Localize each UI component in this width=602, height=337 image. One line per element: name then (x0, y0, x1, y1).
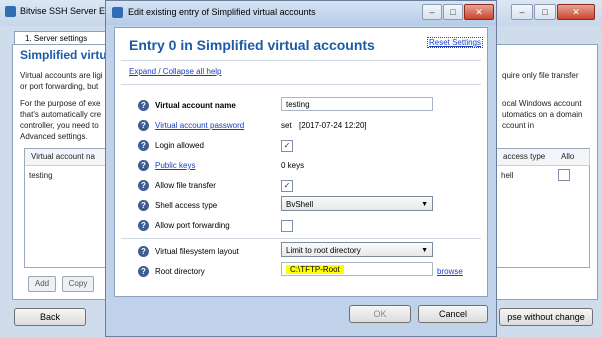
dropdown-arrow-icon: ▼ (421, 201, 428, 208)
add-button[interactable]: Add (28, 276, 56, 292)
login-allowed-label: Login allowed (155, 141, 204, 150)
close-without-change-button[interactable]: pse without change (499, 308, 593, 326)
help-icon[interactable]: ? (138, 200, 149, 211)
shell-access-label: Shell access type (155, 201, 218, 210)
background-text-line: Advanced settings. (20, 132, 88, 141)
account-name-input[interactable]: testing (281, 97, 433, 111)
shell-access-select[interactable]: BvShell ▼ (281, 196, 433, 211)
login-allowed-checkbox[interactable]: ✓ (281, 140, 293, 152)
table-header-allow[interactable]: Allo (555, 149, 590, 166)
background-text-line: ocal Windows account (502, 99, 582, 108)
help-icon[interactable]: ? (138, 100, 149, 111)
table-row-name[interactable]: testing (29, 170, 53, 181)
file-transfer-checkbox[interactable]: ✓ (281, 180, 293, 192)
table-header-access[interactable]: access type (497, 149, 556, 166)
dialog-footer: OK Cancel (106, 298, 496, 336)
port-forwarding-label: Allow port forwarding (155, 221, 230, 230)
back-button[interactable]: Back (14, 308, 86, 326)
password-status: set (281, 121, 292, 130)
background-heading: Simplified virtu (20, 48, 107, 62)
account-password-link[interactable]: Virtual account password (155, 121, 244, 130)
bitvise-app-icon (5, 6, 16, 17)
table-row-access: hell (501, 171, 514, 180)
help-icon[interactable]: ? (138, 140, 149, 151)
public-keys-link[interactable]: Public keys (155, 161, 195, 170)
cancel-button[interactable]: Cancel (418, 305, 488, 323)
background-text-line: quire only file transfer (502, 71, 579, 80)
edit-entry-dialog: Edit existing entry of Simplified virtua… (105, 0, 497, 337)
divider (121, 60, 481, 61)
help-icon[interactable]: ? (138, 266, 149, 277)
minimize-button[interactable]: – (511, 4, 533, 20)
copy-button[interactable]: Copy (62, 276, 94, 292)
background-text-line: controller, you need to (20, 121, 99, 130)
close-button[interactable]: ✕ (464, 4, 494, 20)
help-icon[interactable]: ? (138, 120, 149, 131)
vfs-layout-label: Virtual filesystem layout (155, 247, 239, 256)
help-icon[interactable]: ? (138, 246, 149, 257)
table-row-checkbox[interactable] (558, 169, 570, 181)
vfs-layout-value: Limit to root directory (286, 246, 361, 255)
help-icon[interactable]: ? (138, 160, 149, 171)
password-timestamp: [2017-07-24 12:20] (299, 121, 367, 130)
dropdown-arrow-icon: ▼ (421, 247, 428, 254)
background-text-line: that's automatically cre (20, 110, 102, 119)
dialog-titlebar: Edit existing entry of Simplified virtua… (106, 1, 496, 25)
shell-access-value: BvShell (286, 200, 314, 209)
reset-settings-link[interactable]: Reset Settings (426, 37, 483, 48)
root-directory-value: C:\TFTP-Root (286, 265, 344, 274)
browse-link[interactable]: browse (437, 267, 463, 276)
background-text-line: or port forwarding, but (20, 82, 99, 91)
ok-button[interactable]: OK (349, 305, 411, 323)
background-text-line: ccount in (502, 121, 535, 130)
table-header-name[interactable]: Virtual account na (25, 149, 112, 166)
bitvise-app-icon (112, 7, 123, 18)
vfs-layout-select[interactable]: Limit to root directory ▼ (281, 242, 433, 257)
maximize-button[interactable]: □ (534, 4, 556, 20)
dialog-body: Entry 0 in Simplified virtual accounts R… (114, 27, 488, 297)
maximize-button[interactable]: □ (443, 4, 463, 20)
expand-collapse-link[interactable]: Expand / Collapse all help (129, 67, 222, 76)
background-text-line: Virtual accounts are ligi (20, 71, 103, 80)
background-text-line: utomatics on a domain (502, 110, 583, 119)
port-forwarding-checkbox[interactable] (281, 220, 293, 232)
entry-title: Entry 0 in Simplified virtual accounts (129, 37, 375, 53)
help-icon[interactable]: ? (138, 180, 149, 191)
root-directory-input[interactable]: C:\TFTP-Root (281, 262, 433, 276)
dialog-title: Edit existing entry of Simplified virtua… (128, 7, 316, 17)
background-text-line: For the purpose of exe (20, 99, 101, 108)
background-window-title: Bitvise SSH Server Ea (20, 6, 111, 16)
help-icon[interactable]: ? (138, 220, 149, 231)
account-name-label: Virtual account name (155, 101, 236, 110)
minimize-button[interactable]: – (422, 4, 442, 20)
file-transfer-label: Allow file transfer (155, 181, 216, 190)
divider (121, 84, 481, 85)
root-directory-label: Root directory (155, 267, 205, 276)
public-keys-count: 0 keys (281, 161, 305, 170)
divider (121, 238, 481, 239)
close-button[interactable]: ✕ (557, 4, 595, 20)
